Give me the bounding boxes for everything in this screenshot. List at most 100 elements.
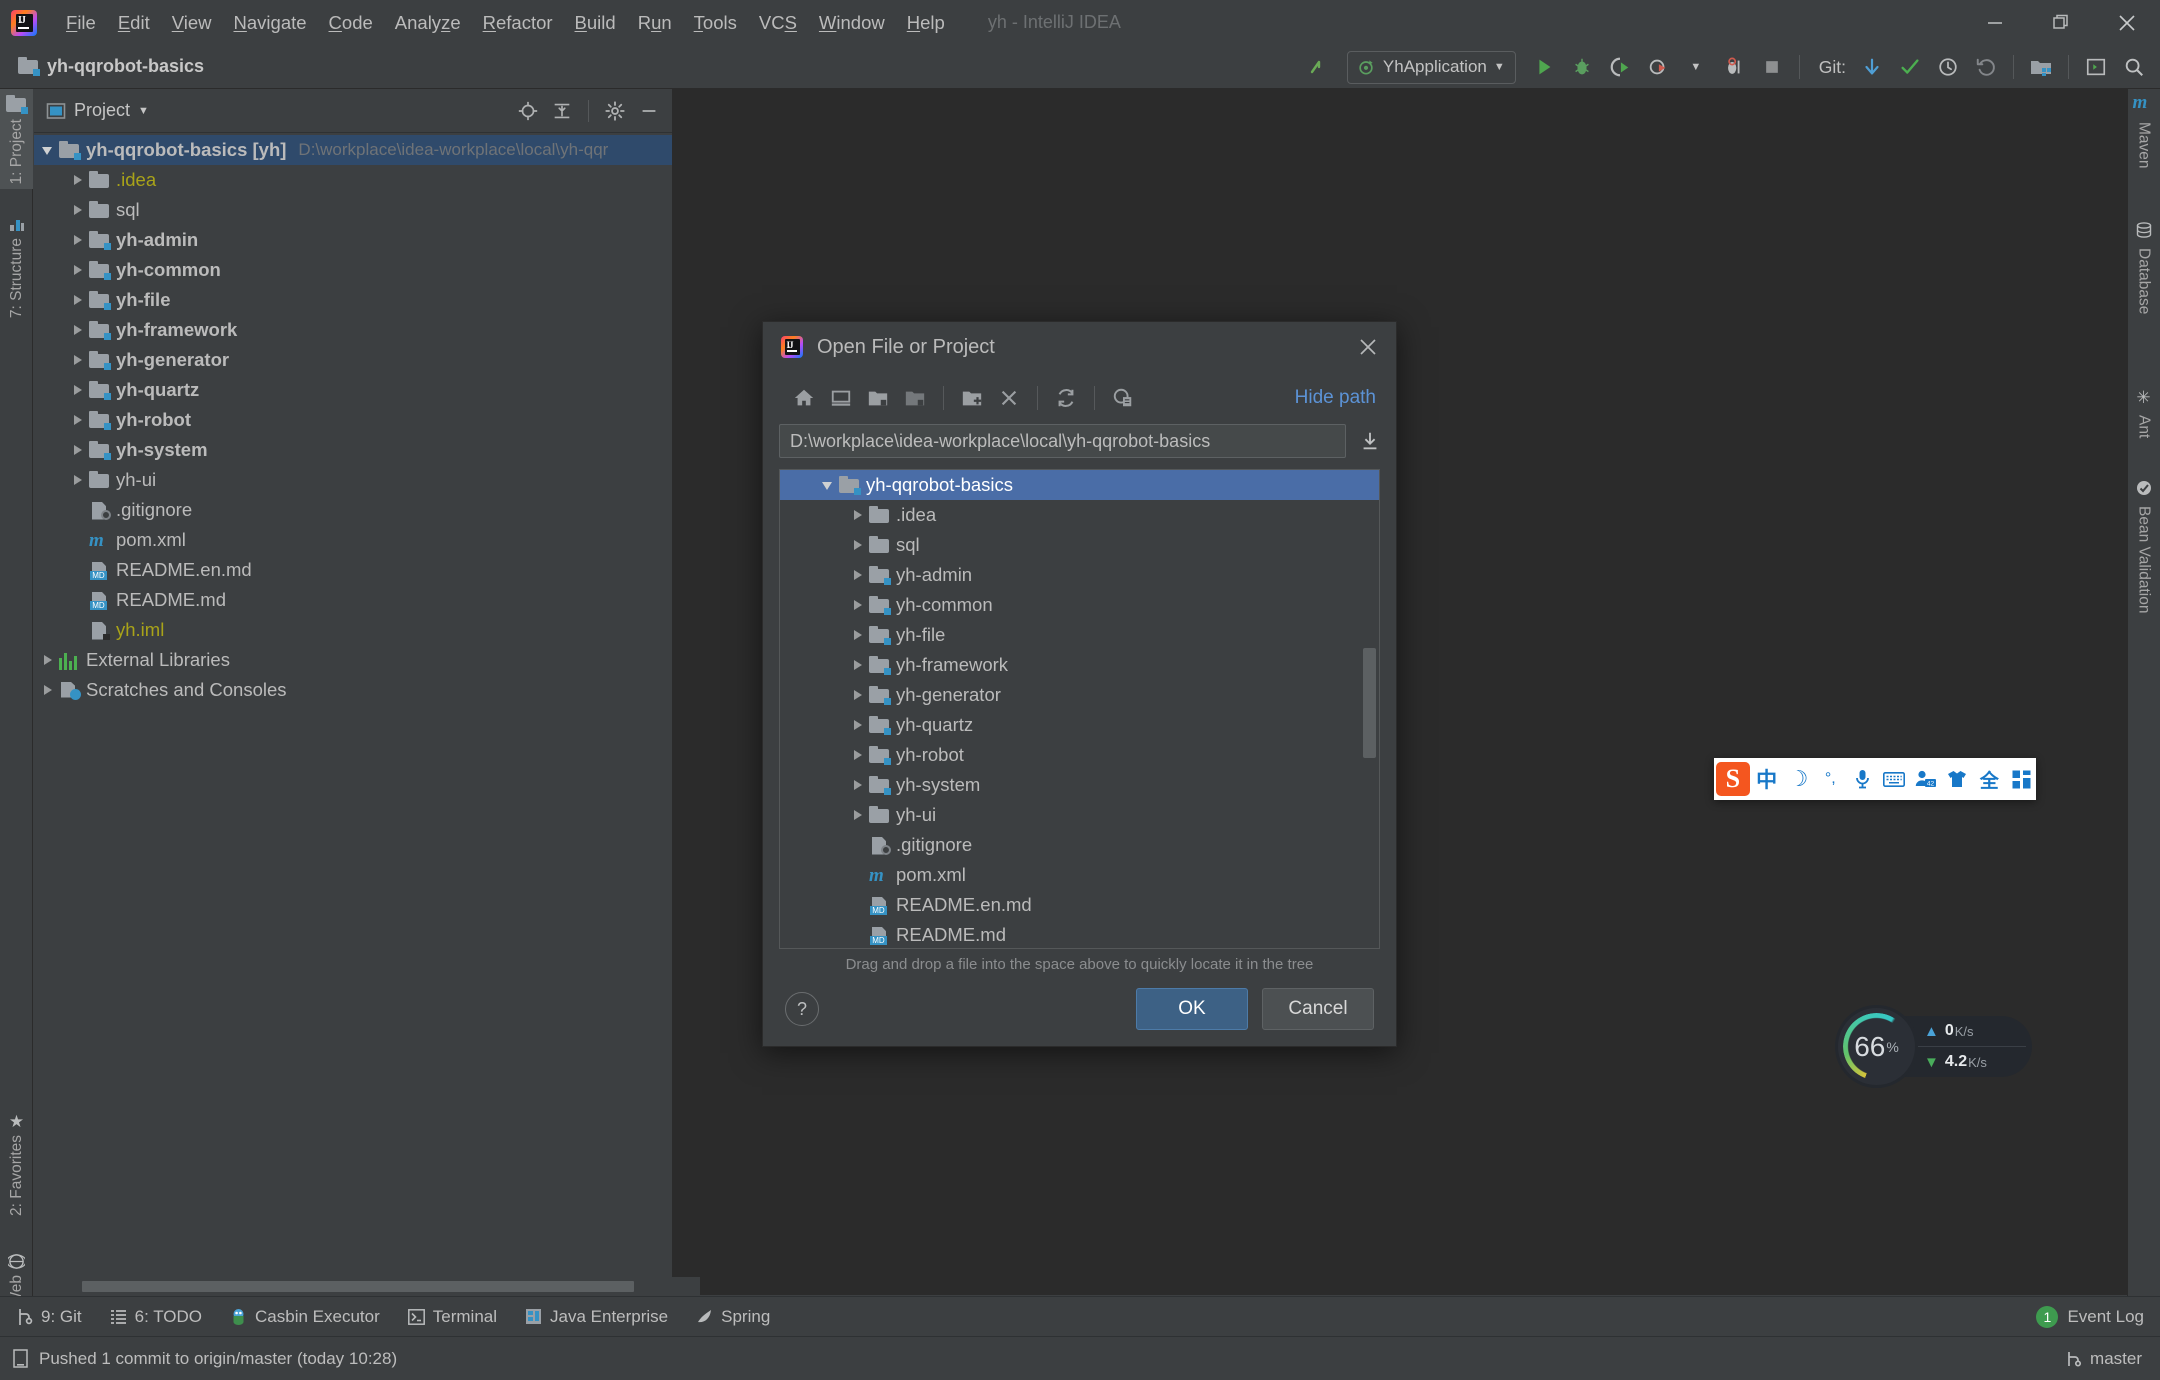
delete-icon[interactable] xyxy=(992,381,1026,415)
dialog-tree-scrollbar-thumb[interactable] xyxy=(1363,648,1376,758)
tree-item[interactable]: .idea xyxy=(34,165,672,195)
tree-spacer[interactable] xyxy=(70,532,86,548)
sidebar-item-favorites[interactable]: 2: Favorites ★ xyxy=(0,1109,33,1221)
tree-item[interactable]: .idea xyxy=(780,500,1379,530)
hide-path-link[interactable]: Hide path xyxy=(1295,387,1376,409)
chevron-right-icon[interactable] xyxy=(70,262,86,278)
menu-item-view[interactable]: View xyxy=(161,8,223,38)
run-button[interactable] xyxy=(1526,49,1562,85)
project-folder-icon[interactable] xyxy=(861,381,895,415)
tree-item[interactable]: yh-robot xyxy=(34,405,672,435)
tree-item[interactable]: yh.iml xyxy=(34,615,672,645)
bottom-tab-git[interactable]: 9: Git xyxy=(4,1305,94,1329)
dialog-close-icon[interactable] xyxy=(1352,332,1384,362)
punctuation-icon[interactable]: °, xyxy=(1815,762,1845,796)
run-with-coverage-button[interactable] xyxy=(1602,49,1638,85)
system-monitor-widget[interactable]: 66% ▲ 0 K/s ▼ 4.2 K/s xyxy=(1838,1008,2032,1085)
tree-item[interactable]: yh-ui xyxy=(780,800,1379,830)
profiler-button[interactable] xyxy=(1640,49,1676,85)
tree-spacer[interactable] xyxy=(850,897,866,913)
tree-spacer[interactable] xyxy=(70,502,86,518)
stop-button[interactable] xyxy=(1754,49,1790,85)
module-folder-icon[interactable] xyxy=(898,381,932,415)
menu-item-refactor[interactable]: Refactor xyxy=(472,8,564,38)
menu-item-run[interactable]: Run xyxy=(627,8,683,38)
tree-item[interactable]: MDREADME.en.md xyxy=(780,890,1379,920)
tree-item[interactable]: yh-common xyxy=(34,255,672,285)
menu-item-window[interactable]: Window xyxy=(808,8,896,38)
collapse-arrow-icon[interactable] xyxy=(1301,49,1337,85)
sogou-logo-icon[interactable]: S xyxy=(1716,762,1750,796)
tree-item[interactable]: External Libraries xyxy=(34,645,672,675)
tree-item[interactable]: MDREADME.md xyxy=(34,585,672,615)
bottom-tab-casbin-executor[interactable]: Casbin Executor xyxy=(218,1305,392,1329)
path-history-dropdown-icon[interactable] xyxy=(1356,427,1384,455)
git-commit-icon[interactable] xyxy=(1892,49,1928,85)
chevron-right-icon[interactable] xyxy=(40,652,56,668)
collapse-all-icon[interactable] xyxy=(547,96,577,126)
tree-item[interactable]: yh-admin xyxy=(34,225,672,255)
tree-item[interactable]: yh-quartz xyxy=(780,710,1379,740)
menu-item-navigate[interactable]: Navigate xyxy=(223,8,318,38)
git-update-project-icon[interactable] xyxy=(1854,49,1890,85)
tree-item[interactable]: yh-common xyxy=(780,590,1379,620)
chevron-right-icon[interactable] xyxy=(70,472,86,488)
tree-spacer[interactable] xyxy=(70,562,86,578)
tree-item[interactable]: yh-quartz xyxy=(34,375,672,405)
chevron-right-icon[interactable] xyxy=(40,682,56,698)
tree-item[interactable]: yh-generator xyxy=(780,680,1379,710)
tree-item[interactable]: yh-file xyxy=(780,620,1379,650)
refresh-icon[interactable] xyxy=(1049,381,1083,415)
chevron-right-icon[interactable] xyxy=(70,322,86,338)
scrollbar-thumb[interactable] xyxy=(82,1281,634,1292)
run-configuration-selector[interactable]: YhApplication ▼ xyxy=(1347,51,1516,84)
git-rollback-icon[interactable] xyxy=(1968,49,2004,85)
tree-item[interactable]: yh-qqrobot-basics xyxy=(780,470,1379,500)
tree-item[interactable]: yh-robot xyxy=(780,740,1379,770)
chevron-right-icon[interactable] xyxy=(850,567,866,583)
sidebar-item-ant[interactable]: ✳ Ant xyxy=(2127,389,2160,443)
chevron-right-icon[interactable] xyxy=(850,627,866,643)
chevron-right-icon[interactable] xyxy=(70,382,86,398)
chevron-right-icon[interactable] xyxy=(850,657,866,673)
sidebar-item-structure[interactable]: 7: Structure xyxy=(0,211,33,323)
tree-item[interactable]: sql xyxy=(780,530,1379,560)
tree-item[interactable]: yh-framework xyxy=(34,315,672,345)
debug-button[interactable] xyxy=(1564,49,1600,85)
hide-tool-window-icon[interactable] xyxy=(634,96,664,126)
chevron-right-icon[interactable] xyxy=(850,507,866,523)
tree-item[interactable]: MDREADME.md xyxy=(780,920,1379,949)
chevron-right-icon[interactable] xyxy=(850,747,866,763)
tree-spacer[interactable] xyxy=(850,837,866,853)
chevron-right-icon[interactable] xyxy=(70,352,86,368)
close-icon[interactable] xyxy=(2094,0,2160,45)
sidebar-item-maven[interactable]: m Maven xyxy=(2127,93,2160,174)
cancel-button[interactable]: Cancel xyxy=(1262,988,1374,1030)
bottom-tab-spring[interactable]: Spring xyxy=(684,1305,782,1329)
chevron-down-icon[interactable] xyxy=(40,142,56,158)
settings-icon[interactable] xyxy=(2078,49,2114,85)
microphone-icon[interactable] xyxy=(1847,762,1877,796)
chevron-right-icon[interactable] xyxy=(850,687,866,703)
tree-item[interactable]: yh-system xyxy=(780,770,1379,800)
sidebar-item-project[interactable]: 1: Project xyxy=(0,89,33,189)
breadcrumb[interactable]: yh-qqrobot-basics xyxy=(18,56,204,77)
chevron-right-icon[interactable] xyxy=(70,442,86,458)
tree-spacer[interactable] xyxy=(70,592,86,608)
chevron-right-icon[interactable] xyxy=(850,597,866,613)
attach-debugger-button[interactable] xyxy=(1716,49,1752,85)
chevron-right-icon[interactable] xyxy=(850,777,866,793)
chevron-right-icon[interactable] xyxy=(70,172,86,188)
show-hidden-icon[interactable] xyxy=(1106,381,1140,415)
chinese-mode-icon[interactable]: 中 xyxy=(1752,762,1782,796)
keyboard-icon[interactable] xyxy=(1879,762,1909,796)
project-tree[interactable]: yh-qqrobot-basics [yh]D:\workplace\idea-… xyxy=(34,133,672,705)
ok-button[interactable]: OK xyxy=(1136,988,1248,1030)
gear-icon[interactable] xyxy=(600,96,630,126)
tree-item[interactable]: mpom.xml xyxy=(780,860,1379,890)
tree-spacer[interactable] xyxy=(850,867,866,883)
home-icon[interactable] xyxy=(787,381,821,415)
tree-item[interactable]: MDREADME.en.md xyxy=(34,555,672,585)
tree-item[interactable]: sql xyxy=(34,195,672,225)
project-structure-icon[interactable] xyxy=(2023,49,2059,85)
